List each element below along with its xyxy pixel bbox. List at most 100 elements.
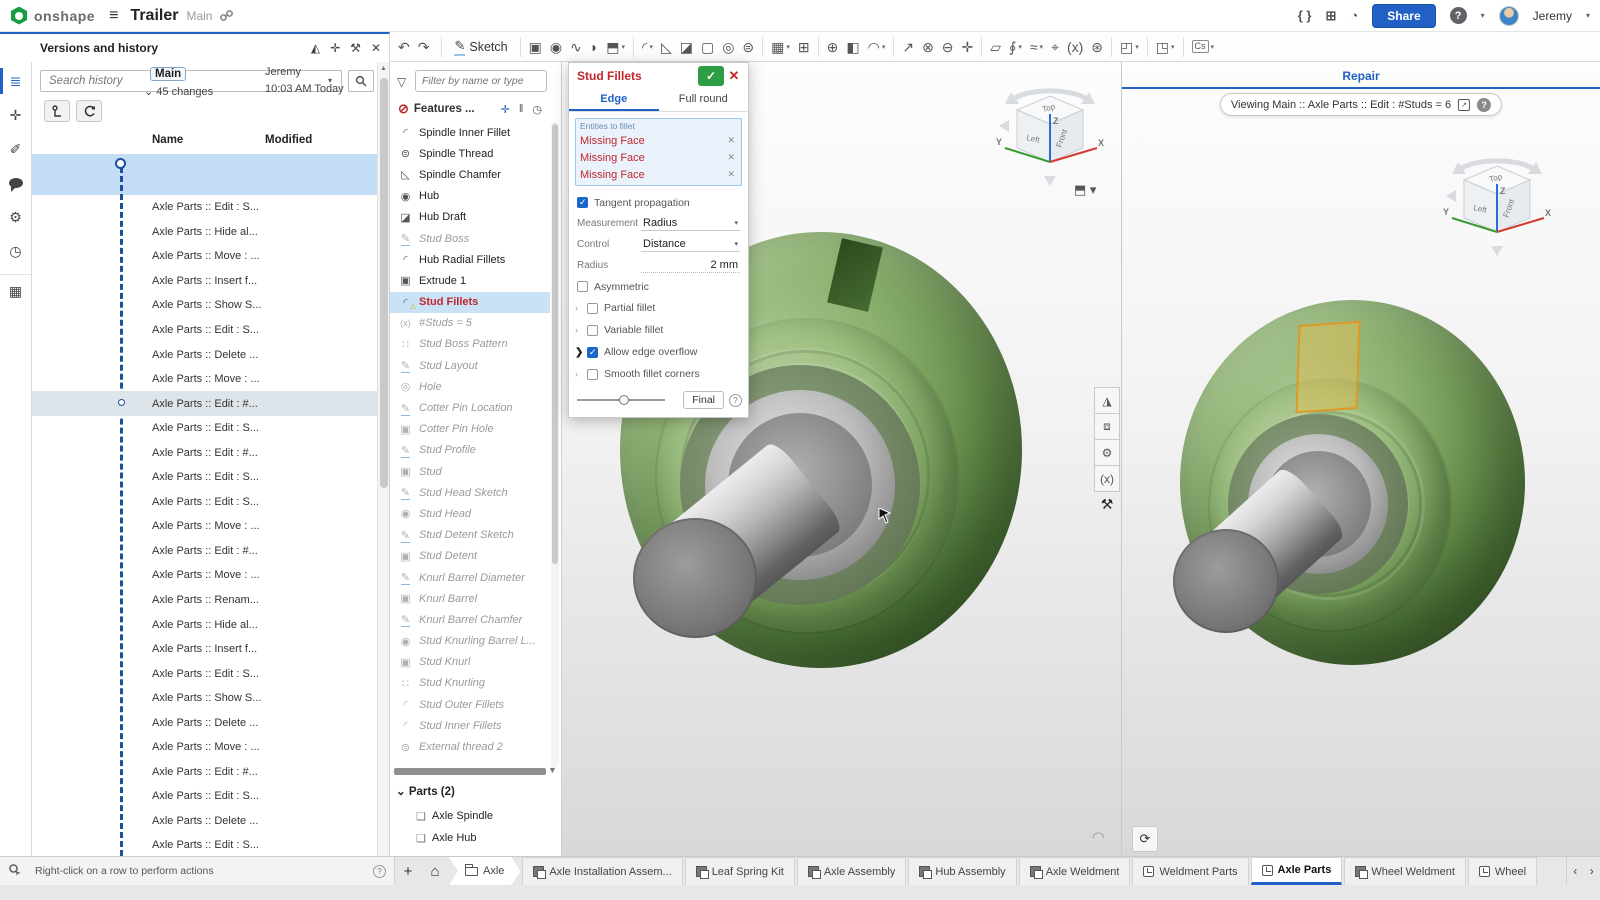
linear-pattern-icon[interactable]: ▦ ▾ [767, 38, 794, 56]
parts-section-header[interactable]: ⌄ Parts (2) [396, 784, 455, 798]
feature-item[interactable]: Stud Profile [390, 440, 550, 461]
feature-item[interactable]: Spindle Chamfer [390, 164, 550, 185]
entity-row[interactable]: Missing Face ✕ [580, 132, 737, 149]
add-tab-button[interactable]: + [395, 857, 421, 885]
history-row[interactable]: Axle Parts :: Edit : S... [32, 465, 378, 490]
feature-item[interactable]: Spindle Thread [390, 143, 550, 164]
comment-icon[interactable] [0, 166, 32, 200]
rib-icon[interactable]: ⬒ ▾ [602, 38, 629, 56]
versions-scrollbar-thumb[interactable] [380, 78, 388, 488]
feature-item[interactable]: Hub [390, 186, 550, 207]
history-row[interactable]: Axle Parts :: Edit : S... [32, 416, 378, 441]
option-checkbox[interactable] [587, 303, 598, 314]
versions-scrollbar[interactable]: ▲ [377, 62, 389, 856]
chamfer-icon[interactable]: ◺ ▾ [657, 38, 676, 56]
feature-item[interactable]: Hole [390, 376, 550, 397]
sheet-metal-icon[interactable]: ◳ ▾ [1152, 38, 1179, 56]
variable-studio-icon[interactable]: ⊛ ▾ [1087, 38, 1107, 56]
compare-features-icon[interactable]: ⚙ [1094, 439, 1120, 466]
entity-row[interactable]: Missing Face ✕ [580, 166, 737, 183]
tabs-next-icon[interactable]: › [1590, 864, 1594, 878]
properties-table-icon[interactable]: ▦ [0, 274, 32, 308]
user-name[interactable]: Jeremy [1533, 9, 1572, 23]
learning-center-icon[interactable]: ◔ [1350, 8, 1358, 23]
history-row[interactable]: Axle Parts :: Edit : #... [32, 440, 378, 465]
tab-hub-assembly[interactable]: Hub Assembly [908, 857, 1016, 885]
features-scrollbar[interactable] [551, 122, 559, 767]
feature-item[interactable]: Stud [390, 461, 550, 482]
tab-axle-installation-assembly[interactable]: Axle Installation Assem... [522, 857, 682, 885]
publish-icon[interactable]: ✐ [0, 132, 32, 166]
compare-versions-icon[interactable]: ◭ [311, 41, 320, 55]
rollback-arrow-icon[interactable]: ▼ [548, 765, 557, 775]
feature-item[interactable]: Cotter Pin Hole [390, 419, 550, 440]
history-row[interactable]: Axle Parts :: Edit : S... [32, 490, 378, 515]
feature-item[interactable]: Stud Knurling [390, 673, 550, 694]
extrude-icon[interactable]: ▣ ▾ [525, 38, 546, 56]
final-button[interactable]: Final [683, 391, 724, 409]
tangent-propagation-checkbox[interactable] [577, 197, 588, 208]
new-folder-icon[interactable]: ✛ [501, 103, 510, 116]
curve-icon[interactable]: ≈ ▾ [1026, 38, 1047, 56]
dialog-confirm-button[interactable]: ✓ [698, 66, 724, 86]
link-icon[interactable] [220, 9, 233, 22]
dialog-help-icon[interactable]: ? [729, 394, 742, 407]
history-row[interactable]: Axle Parts :: Edit : #... [32, 391, 378, 416]
performance-icon[interactable]: ◷ [0, 234, 32, 268]
tab-wheel[interactable]: Wheel [1468, 857, 1537, 885]
history-row[interactable]: Axle Parts :: Move : ... [32, 367, 378, 392]
feature-item[interactable]: Knurl Barrel Diameter [390, 567, 550, 588]
feature-item[interactable]: Stud Boss Pattern [390, 334, 550, 355]
helix-icon[interactable]: ∮ ▾ [1005, 38, 1026, 56]
main-changes-count[interactable]: ⌄ 45 changes [144, 85, 213, 98]
history-row[interactable]: Axle Parts :: Hide al... [32, 612, 378, 637]
feature-item[interactable]: Extrude 1 [390, 270, 550, 291]
repair-tools-icon[interactable]: ⚒ [1094, 491, 1120, 518]
option-checkbox[interactable] [587, 369, 598, 380]
sketch-button[interactable]: ✎ Sketch [446, 36, 515, 58]
feature-item[interactable]: Stud Outer Fillets [390, 694, 550, 715]
move-face-icon[interactable]: ↗ ▾ [898, 38, 918, 56]
repair-tab[interactable]: Repair [1122, 69, 1600, 83]
repair-help-icon[interactable]: ? [1477, 98, 1491, 112]
help-icon[interactable]: ? [1450, 7, 1467, 24]
feature-item[interactable]: Spindle Inner Fillet [390, 122, 550, 143]
versions-history-icon[interactable]: ≣ [0, 64, 32, 98]
tab-axle-assembly[interactable]: Axle Assembly [797, 857, 907, 885]
feature-item[interactable]: Stud Head Sketch [390, 482, 550, 503]
tab-edge[interactable]: Edge [569, 89, 659, 111]
transform-icon[interactable]: ✛ ▾ [958, 38, 978, 56]
history-row[interactable]: Axle Parts :: Edit : S... [32, 833, 378, 856]
draft-icon[interactable]: ◪ ▾ [676, 38, 697, 56]
dialog-cancel-button[interactable]: ✕ [724, 66, 744, 86]
tab-folder-axle[interactable]: Axle [449, 857, 520, 885]
project-icon[interactable]: ⌖ ▾ [1047, 38, 1063, 56]
open-in-new-icon[interactable]: ↗ [1458, 99, 1470, 111]
revolve-icon[interactable]: ◉ ▾ [546, 38, 566, 56]
timeline-main-node[interactable] [115, 158, 126, 169]
view-cube-menu[interactable]: ⬒ ▾ [1074, 182, 1096, 198]
feature-item[interactable]: #Studs = 5 [390, 313, 550, 334]
part-item-axle-spindle[interactable]: ❑ Axle Spindle [416, 806, 493, 826]
feature-item[interactable]: Stud Knurling Barrel L... [390, 631, 550, 652]
app-store-icon[interactable]: ⊞ [1326, 8, 1337, 24]
history-row[interactable]: Axle Parts :: Edit : #... [32, 760, 378, 785]
loft-icon[interactable]: ◗ ▾ [586, 38, 602, 56]
replace-face-icon[interactable]: ⊖ ▾ [938, 38, 958, 56]
featurescript-icon[interactable]: { } [1298, 8, 1312, 23]
view-cube-repair[interactable]: Top Left Front Z X Y [1442, 152, 1552, 262]
history-row[interactable]: Axle Parts :: Show S... [32, 686, 378, 711]
create-version-icon[interactable]: ✛ [330, 41, 340, 55]
compare-geometry-icon[interactable]: ⧈ [1094, 413, 1120, 440]
sync-rotation-button[interactable]: ⟳ [1132, 826, 1158, 852]
tab-leaf-spring-kit[interactable]: Leaf Spring Kit [685, 857, 795, 885]
slider-thumb[interactable] [619, 395, 629, 405]
rollback-bar[interactable] [394, 768, 546, 775]
history-row[interactable]: Axle Parts :: Edit : S... [32, 661, 378, 686]
plane-icon[interactable]: ▱ ▾ [986, 38, 1005, 56]
history-row[interactable]: Axle Parts :: Edit : S... [32, 784, 378, 809]
feature-item[interactable]: Stud Boss [390, 228, 550, 249]
history-row[interactable]: Axle Parts :: Edit : S... [32, 195, 378, 220]
tab-wheel-weldment[interactable]: Wheel Weldment [1344, 857, 1466, 885]
radius-input[interactable]: 2 mm [641, 258, 740, 273]
